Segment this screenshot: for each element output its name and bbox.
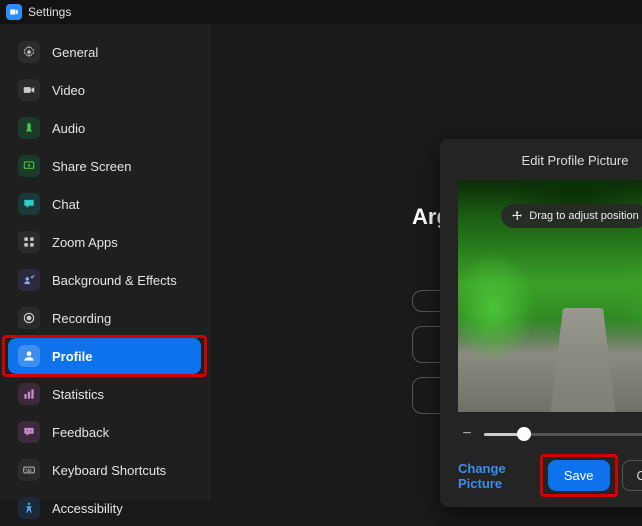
edit-profile-picture-modal: Edit Profile Picture Drag to adjust posi… (440, 139, 642, 507)
accessibility-icon (18, 497, 40, 519)
save-button[interactable]: Save (548, 460, 610, 491)
sidebar-item-label: Zoom Apps (52, 235, 118, 250)
sidebar-item-label: Statistics (52, 387, 104, 402)
video-icon (18, 79, 40, 101)
modal-title: Edit Profile Picture (458, 153, 642, 168)
feedback-icon (18, 421, 40, 443)
sidebar-item-label: Video (52, 83, 85, 98)
move-icon (511, 210, 523, 222)
sidebar-item-recording[interactable]: Recording (8, 300, 201, 336)
sidebar-item-chat[interactable]: Chat (8, 186, 201, 222)
sidebar-item-video[interactable]: Video (8, 72, 201, 108)
sidebar-item-background-effects[interactable]: Background & Effects (8, 262, 201, 298)
sidebar-item-general[interactable]: General (8, 34, 201, 70)
app-icon (6, 4, 22, 20)
sidebar-item-accessibility[interactable]: Accessibility (8, 490, 201, 526)
sidebar-item-label: Profile (52, 349, 92, 364)
change-picture-link[interactable]: Change Picture (458, 461, 536, 491)
sidebar-item-statistics[interactable]: Statistics (8, 376, 201, 412)
background-icon (18, 269, 40, 291)
zoom-out-button[interactable]: − (460, 426, 474, 442)
drag-hint: Drag to adjust position (501, 204, 642, 228)
zoom-slider-thumb[interactable] (517, 427, 531, 441)
chat-icon (18, 193, 40, 215)
profile-icon (18, 345, 40, 367)
gear-icon (18, 41, 40, 63)
sidebar-item-label: Recording (52, 311, 111, 326)
sidebar-item-label: Background & Effects (52, 273, 177, 288)
titlebar: Settings (0, 0, 642, 24)
sidebar-item-label: General (52, 45, 98, 60)
main-pane: Argentina ion tures Edit Profile Picture… (210, 24, 642, 500)
sidebar-item-label: Share Screen (52, 159, 132, 174)
sidebar-item-label: Chat (52, 197, 79, 212)
zoom-slider-row: − + (460, 426, 642, 442)
sidebar-item-share-screen[interactable]: Share Screen (8, 148, 201, 184)
keyboard-icon (18, 459, 40, 481)
sidebar-item-label: Audio (52, 121, 85, 136)
cancel-button[interactable]: Cancel (622, 460, 642, 491)
picture-crop-area[interactable]: Drag to adjust position (458, 180, 642, 412)
sidebar-item-profile[interactable]: Profile (8, 338, 201, 374)
sidebar-item-label: Accessibility (52, 501, 123, 516)
apps-icon (18, 231, 40, 253)
recording-icon (18, 307, 40, 329)
sidebar-item-label: Feedback (52, 425, 109, 440)
audio-icon (18, 117, 40, 139)
sidebar-item-zoom-apps[interactable]: Zoom Apps (8, 224, 201, 260)
window-title: Settings (28, 5, 71, 19)
sidebar-item-audio[interactable]: Audio (8, 110, 201, 146)
share-icon (18, 155, 40, 177)
sidebar-item-keyboard-shortcuts[interactable]: Keyboard Shortcuts (8, 452, 201, 488)
sidebar-item-label: Keyboard Shortcuts (52, 463, 166, 478)
sidebar-item-feedback[interactable]: Feedback (8, 414, 201, 450)
zoom-slider[interactable] (484, 433, 642, 436)
stats-icon (18, 383, 40, 405)
settings-sidebar: General Video Audio Share Screen Chat Zo… (0, 24, 210, 500)
